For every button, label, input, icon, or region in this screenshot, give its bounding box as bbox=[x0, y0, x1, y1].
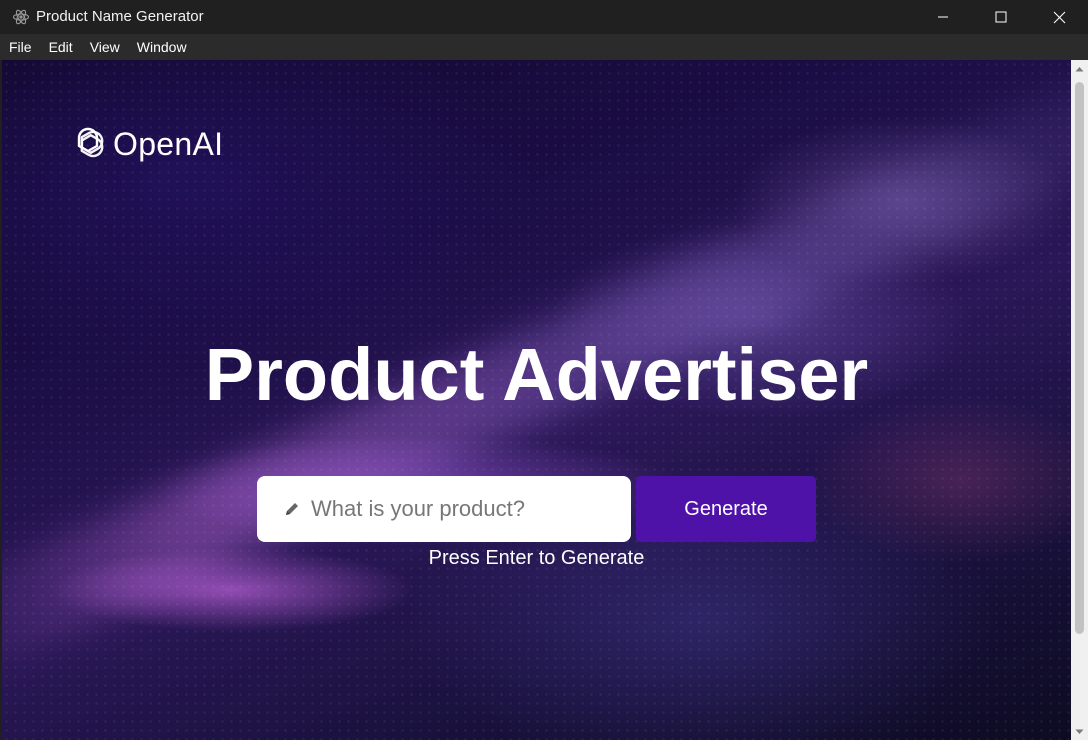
maximize-icon bbox=[995, 11, 1007, 23]
menu-window[interactable]: Window bbox=[128, 34, 195, 60]
product-input-container[interactable] bbox=[257, 476, 631, 542]
enter-hint: Press Enter to Generate bbox=[428, 547, 645, 569]
vertical-scrollbar[interactable] bbox=[1071, 60, 1088, 740]
minimize-button[interactable] bbox=[914, 0, 972, 34]
openai-logo-icon bbox=[77, 127, 104, 158]
app-window: Product Name Generator File Edit View Wi… bbox=[0, 0, 1088, 740]
openai-logo: OpenAI bbox=[68, 124, 223, 164]
page-title: Product Advertiser bbox=[204, 333, 869, 416]
page-content: OpenAI Product Advertiser Generate Press… bbox=[2, 60, 1071, 740]
menu-bar: File Edit View Window bbox=[0, 34, 1088, 60]
chevron-down-icon bbox=[1075, 729, 1084, 734]
scroll-up-button[interactable] bbox=[1071, 60, 1088, 77]
electron-icon bbox=[12, 9, 30, 25]
scroll-down-button[interactable] bbox=[1071, 723, 1088, 740]
chevron-up-icon bbox=[1075, 66, 1084, 71]
generate-button[interactable]: Generate bbox=[636, 476, 816, 542]
menu-view[interactable]: View bbox=[81, 34, 128, 60]
pencil-icon bbox=[286, 503, 298, 515]
product-input[interactable] bbox=[309, 495, 613, 523]
close-button[interactable] bbox=[1030, 0, 1088, 34]
minimize-icon bbox=[938, 16, 948, 18]
window-title: Product Name Generator bbox=[36, 8, 204, 25]
maximize-button[interactable] bbox=[972, 0, 1030, 34]
menu-file[interactable]: File bbox=[0, 34, 40, 60]
logo-text: OpenAI bbox=[113, 125, 224, 162]
scroll-thumb[interactable] bbox=[1075, 82, 1084, 634]
title-bar[interactable]: Product Name Generator bbox=[0, 0, 1088, 34]
menu-edit[interactable]: Edit bbox=[40, 34, 81, 60]
close-icon bbox=[1053, 11, 1065, 23]
